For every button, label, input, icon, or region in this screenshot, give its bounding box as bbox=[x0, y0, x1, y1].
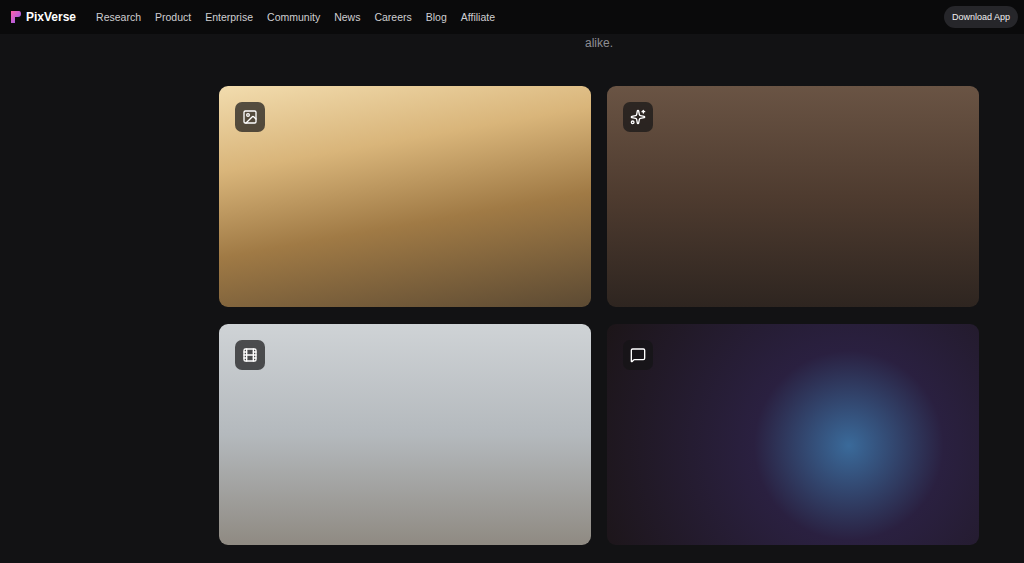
nav-item[interactable]: Product bbox=[155, 11, 191, 23]
nav-list: Research Product Enterprise Community News Ca… bbox=[96, 11, 944, 23]
nav-bar: PixVerse Research Product Enterprise Communi… bbox=[0, 0, 1024, 34]
card-badge bbox=[235, 340, 265, 370]
main-content: alike. bbox=[0, 34, 1024, 545]
nav-item[interactable]: Blog bbox=[426, 11, 447, 23]
nav-item[interactable]: Enterprise bbox=[205, 11, 253, 23]
message-icon bbox=[630, 347, 646, 363]
card-badge bbox=[235, 102, 265, 132]
pixverse-logo-icon bbox=[10, 10, 22, 24]
nav-item[interactable]: Community bbox=[267, 11, 320, 23]
image-icon bbox=[242, 109, 258, 125]
nav-item[interactable]: News bbox=[334, 11, 360, 23]
intro-text: alike. bbox=[219, 34, 979, 86]
card-badge bbox=[623, 102, 653, 132]
logo-text[interactable]: PixVerse bbox=[26, 10, 76, 24]
showcase-card[interactable] bbox=[219, 86, 591, 307]
nav-item[interactable]: Research bbox=[96, 11, 141, 23]
showcase-card[interactable] bbox=[607, 86, 979, 307]
sparkles-icon bbox=[630, 109, 646, 125]
showcase-grid bbox=[219, 86, 979, 545]
nav-item[interactable]: Careers bbox=[374, 11, 411, 23]
page: PixVerse Research Product Enterprise Communi… bbox=[0, 0, 1024, 563]
download-button[interactable]: Download App bbox=[944, 6, 1018, 28]
card-badge bbox=[623, 340, 653, 370]
film-icon bbox=[242, 347, 258, 363]
showcase-card[interactable] bbox=[219, 324, 591, 545]
showcase-card[interactable] bbox=[607, 324, 979, 545]
nav-item[interactable]: Affiliate bbox=[461, 11, 495, 23]
logo[interactable]: PixVerse bbox=[10, 10, 76, 24]
